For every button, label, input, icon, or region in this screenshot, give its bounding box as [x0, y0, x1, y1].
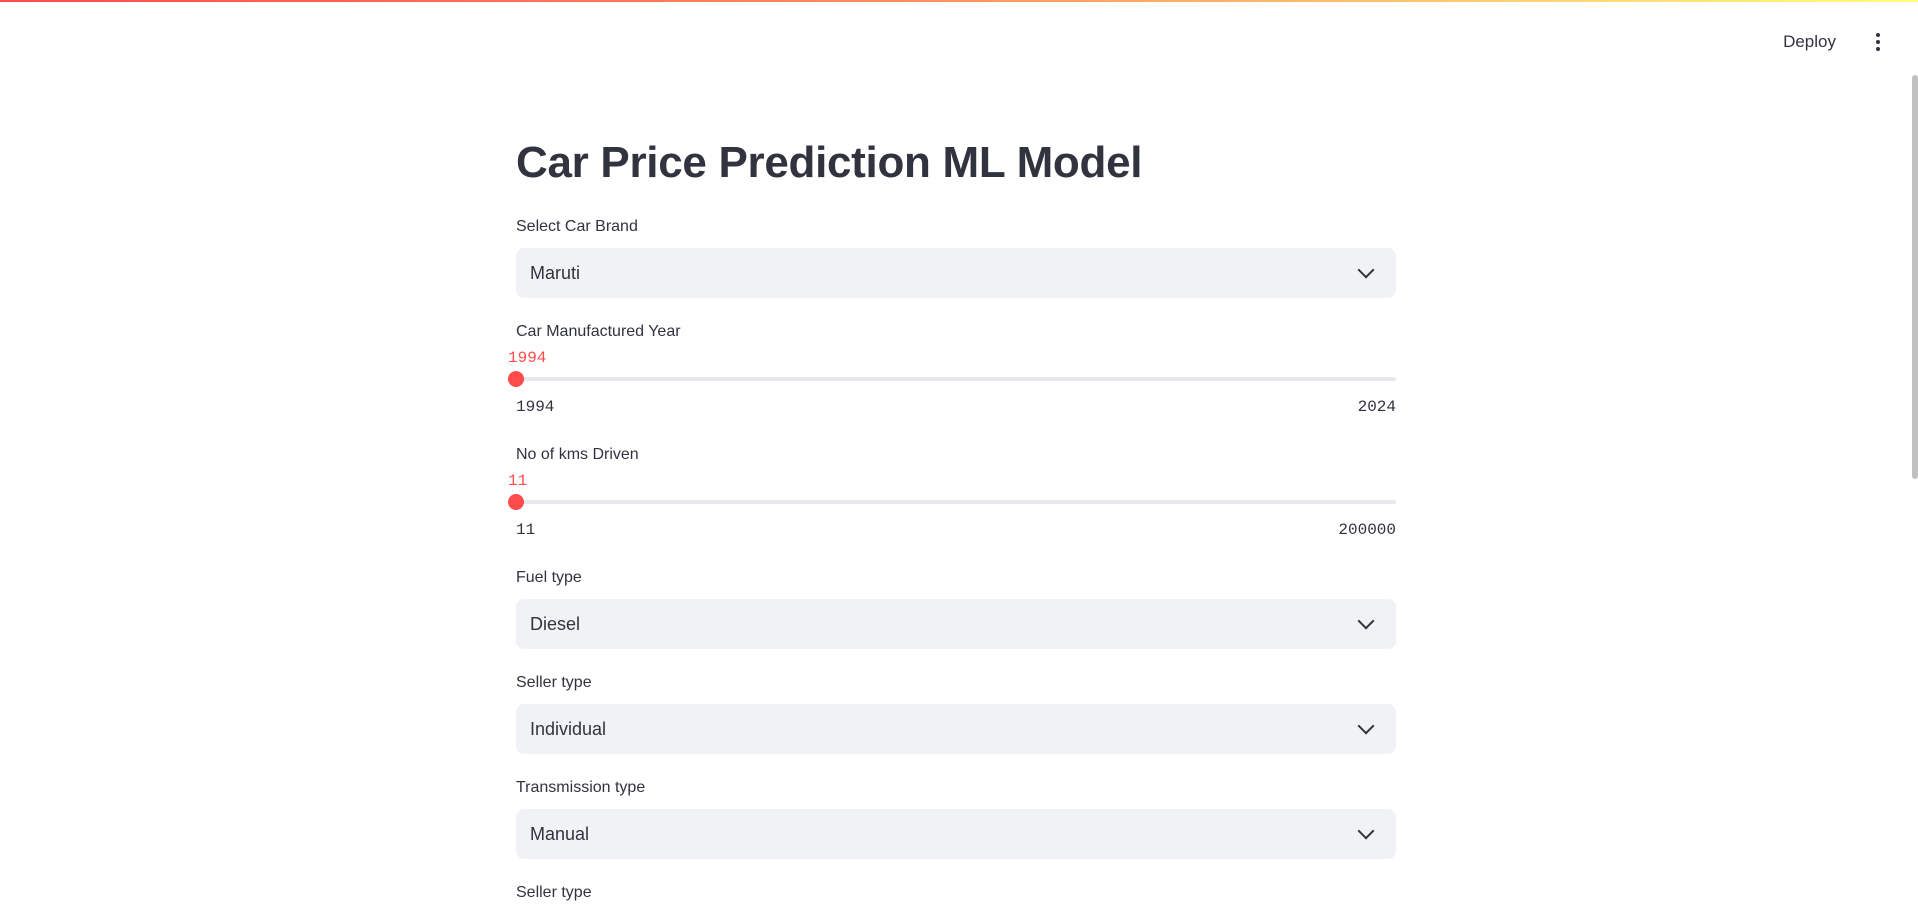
transmission-label: Transmission type	[516, 779, 646, 796]
kms-slider-value: 11	[508, 472, 528, 490]
scrollbar[interactable]	[1912, 75, 1918, 479]
transmission-select-value: Manual	[530, 823, 590, 844]
year-slider-thumb[interactable]	[508, 371, 524, 387]
deploy-button[interactable]: Deploy	[1773, 26, 1846, 58]
chevron-down-icon	[1357, 261, 1375, 279]
fuel-label: Fuel type	[516, 569, 582, 586]
transmission-select[interactable]: Manual	[516, 809, 1396, 859]
year-slider-track[interactable]	[508, 371, 1396, 387]
page-title: Car Price Prediction ML Model	[516, 138, 1143, 187]
brand-label: Select Car Brand	[516, 218, 638, 235]
year-slider-value: 1994	[508, 349, 547, 367]
seller-select-value: Individual	[530, 718, 607, 739]
seller2-label: Seller type	[516, 884, 592, 901]
fuel-select-value: Diesel	[530, 613, 581, 634]
seller-label: Seller type	[516, 674, 592, 691]
seller-select[interactable]: Individual	[516, 704, 1396, 754]
kms-slider-thumb[interactable]	[508, 494, 524, 510]
chevron-down-icon	[1357, 612, 1375, 630]
year-label: Car Manufactured Year	[516, 323, 681, 340]
brand-select[interactable]: Maruti	[516, 248, 1396, 298]
chevron-down-icon	[1357, 822, 1375, 840]
top-toolbar: Deploy	[1773, 26, 1888, 58]
year-slider-min: 1994	[516, 398, 555, 416]
top-decoration-bar	[0, 0, 1918, 2]
brand-select-value: Maruti	[530, 262, 581, 283]
kms-slider-max: 200000	[1338, 521, 1396, 539]
chevron-down-icon	[1357, 717, 1375, 735]
kms-slider-track[interactable]	[508, 494, 1396, 510]
kms-slider-min: 11	[516, 521, 536, 539]
kms-label: No of kms Driven	[516, 446, 639, 463]
fuel-select[interactable]: Diesel	[516, 599, 1396, 649]
vertical-ellipsis-icon[interactable]	[1868, 27, 1888, 57]
year-slider-max: 2024	[1357, 398, 1396, 416]
